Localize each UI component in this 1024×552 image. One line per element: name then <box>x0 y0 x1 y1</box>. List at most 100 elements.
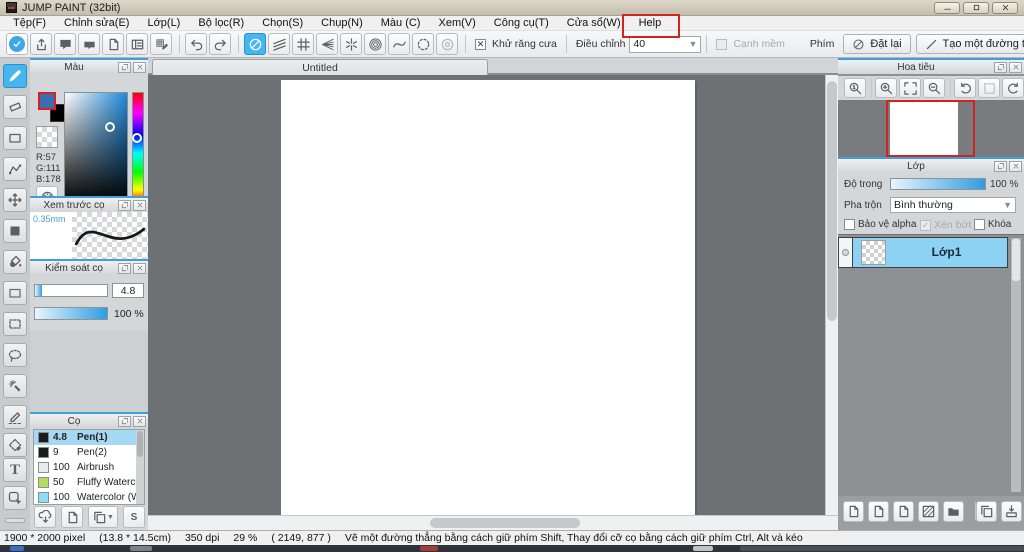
eraser-tool[interactable] <box>3 95 27 119</box>
brush-item[interactable]: 9 Pen(2) <box>34 445 136 460</box>
close-icon[interactable] <box>133 61 146 73</box>
menu-filter[interactable]: Bộ lọc(R) <box>189 16 253 31</box>
brush-item[interactable]: 50 Fluffy Watercol <box>34 475 136 490</box>
close-icon[interactable] <box>133 415 146 427</box>
popup-icon[interactable] <box>118 199 131 211</box>
grid-ruler-button[interactable] <box>292 33 314 55</box>
new-8bit-layer-button[interactable]: 8 <box>868 501 910 523</box>
taskbar-icon[interactable] <box>130 546 152 551</box>
brush-duplicate-button[interactable]: ▼ <box>88 506 118 528</box>
menu-view[interactable]: Xem(V) <box>429 16 484 31</box>
redo-button[interactable] <box>209 33 231 55</box>
close-icon[interactable] <box>1009 61 1022 73</box>
clipping-checkbox[interactable]: ✓ <box>920 219 931 231</box>
layout-panel-button[interactable] <box>126 33 148 55</box>
select-rect-tool[interactable] <box>3 312 27 336</box>
lock-checkbox[interactable] <box>974 219 985 230</box>
canvas-vertical-scrollbar[interactable] <box>825 75 838 515</box>
polyline-tool[interactable] <box>3 157 27 181</box>
canvas[interactable] <box>281 80 695 515</box>
brush-size-slider[interactable] <box>34 284 108 297</box>
undo-button[interactable] <box>185 33 207 55</box>
popup-icon[interactable] <box>994 160 1007 172</box>
minimize-button[interactable] <box>934 1 960 14</box>
adjust-dropdown[interactable]: 40 ▼ <box>629 35 702 53</box>
comment-button[interactable] <box>78 33 100 55</box>
bucket-tool[interactable] <box>3 250 27 274</box>
lasso-tool[interactable] <box>3 343 27 367</box>
reset-button[interactable]: Đặt lại <box>843 34 911 54</box>
menu-tools[interactable]: Công cụ(T) <box>485 16 558 31</box>
brush-add-button[interactable] <box>61 506 83 528</box>
navigator-preview[interactable] <box>838 100 1024 159</box>
hue-bar[interactable] <box>132 92 144 204</box>
popup-icon[interactable] <box>118 415 131 427</box>
brush-tool[interactable] <box>3 64 27 88</box>
curve-ruler-button[interactable] <box>388 33 410 55</box>
rotate-reset-button[interactable] <box>978 78 1000 98</box>
concentric-ruler-button[interactable] <box>364 33 386 55</box>
new-folder-button[interactable] <box>943 501 964 522</box>
soft-edge-checkbox[interactable] <box>716 38 728 50</box>
figure-tool[interactable] <box>3 126 27 150</box>
rotate-cw-button[interactable] <box>1002 78 1024 98</box>
brush-list-scrollbar[interactable] <box>136 430 144 504</box>
saturation-value-picker[interactable] <box>64 92 128 204</box>
popup-icon[interactable] <box>994 61 1007 73</box>
fill-tool[interactable] <box>3 219 27 243</box>
taskbar-icon[interactable] <box>10 546 24 551</box>
hue-marker[interactable] <box>132 133 142 143</box>
menu-edit[interactable]: Chỉnh sửa(E) <box>55 16 138 31</box>
brush-script-button[interactable]: S <box>123 506 145 528</box>
merge-layer-button[interactable] <box>1001 501 1022 522</box>
canvas-edit-button[interactable] <box>150 33 172 55</box>
operation-tool[interactable] <box>3 486 27 510</box>
magic-wand-tool[interactable] <box>3 374 27 398</box>
duplicate-layer-button[interactable] <box>976 501 997 522</box>
ruler-off-button[interactable] <box>244 33 266 55</box>
transparent-color-swatch[interactable] <box>36 126 58 148</box>
zoom-out-button[interactable] <box>923 78 945 98</box>
popup-icon[interactable] <box>118 262 131 274</box>
layer-item[interactable]: Lớp1 <box>838 237 1008 268</box>
symmetry-ruler-button[interactable] <box>340 33 362 55</box>
menu-select[interactable]: Chọn(S) <box>253 16 312 31</box>
ellipse-ruler-button[interactable] <box>412 33 434 55</box>
new-1bit-layer-button[interactable]: 1 <box>893 501 960 523</box>
close-icon[interactable] <box>133 199 146 211</box>
share-button[interactable] <box>30 33 52 55</box>
ruler-settings-button[interactable] <box>436 33 458 55</box>
brush-download-button[interactable] <box>34 506 56 528</box>
canvas-horizontal-scrollbar[interactable] <box>148 515 838 530</box>
layer-list-scrollbar[interactable] <box>1010 237 1022 493</box>
foreground-color-swatch[interactable] <box>38 92 56 110</box>
close-icon[interactable] <box>1009 160 1022 172</box>
new-halftone-layer-button[interactable] <box>918 501 939 522</box>
sv-marker[interactable] <box>105 122 115 132</box>
menu-file[interactable]: Tệp(F) <box>4 16 55 31</box>
brush-item[interactable]: 100 Airbrush <box>34 460 136 475</box>
layer-visibility-toggle[interactable] <box>839 238 853 267</box>
zoom-in-button[interactable] <box>875 78 897 98</box>
document-info-button[interactable] <box>102 33 124 55</box>
menu-window[interactable]: Cửa sổ(W) <box>558 16 630 31</box>
taskbar-icon[interactable] <box>420 546 438 551</box>
popup-icon[interactable] <box>118 61 131 73</box>
brush-item[interactable]: 100 Watercolor (W <box>34 490 136 504</box>
zoom-reset-button[interactable] <box>844 78 866 98</box>
menu-color[interactable]: Màu (C) <box>372 16 430 31</box>
rotate-ccw-button[interactable] <box>954 78 976 98</box>
maximize-button[interactable] <box>963 1 989 14</box>
menu-help[interactable]: Help <box>621 13 681 38</box>
chat-bubble-button[interactable] <box>54 33 76 55</box>
select-pen-tool[interactable] <box>3 405 27 429</box>
alpha-protect-checkbox[interactable] <box>844 219 855 230</box>
parallel-ruler-button[interactable] <box>268 33 290 55</box>
menu-snap[interactable]: Chụp(N) <box>312 16 372 31</box>
document-tab[interactable]: Untitled <box>152 59 488 75</box>
vanishing-point-ruler-button[interactable] <box>316 33 338 55</box>
antialias-checkbox[interactable]: ✕ <box>475 38 486 50</box>
text-tool[interactable]: T <box>3 458 27 482</box>
create-line-button[interactable]: Tạo một đường thẳng <box>915 34 1024 54</box>
taskbar-icon[interactable] <box>693 546 713 551</box>
